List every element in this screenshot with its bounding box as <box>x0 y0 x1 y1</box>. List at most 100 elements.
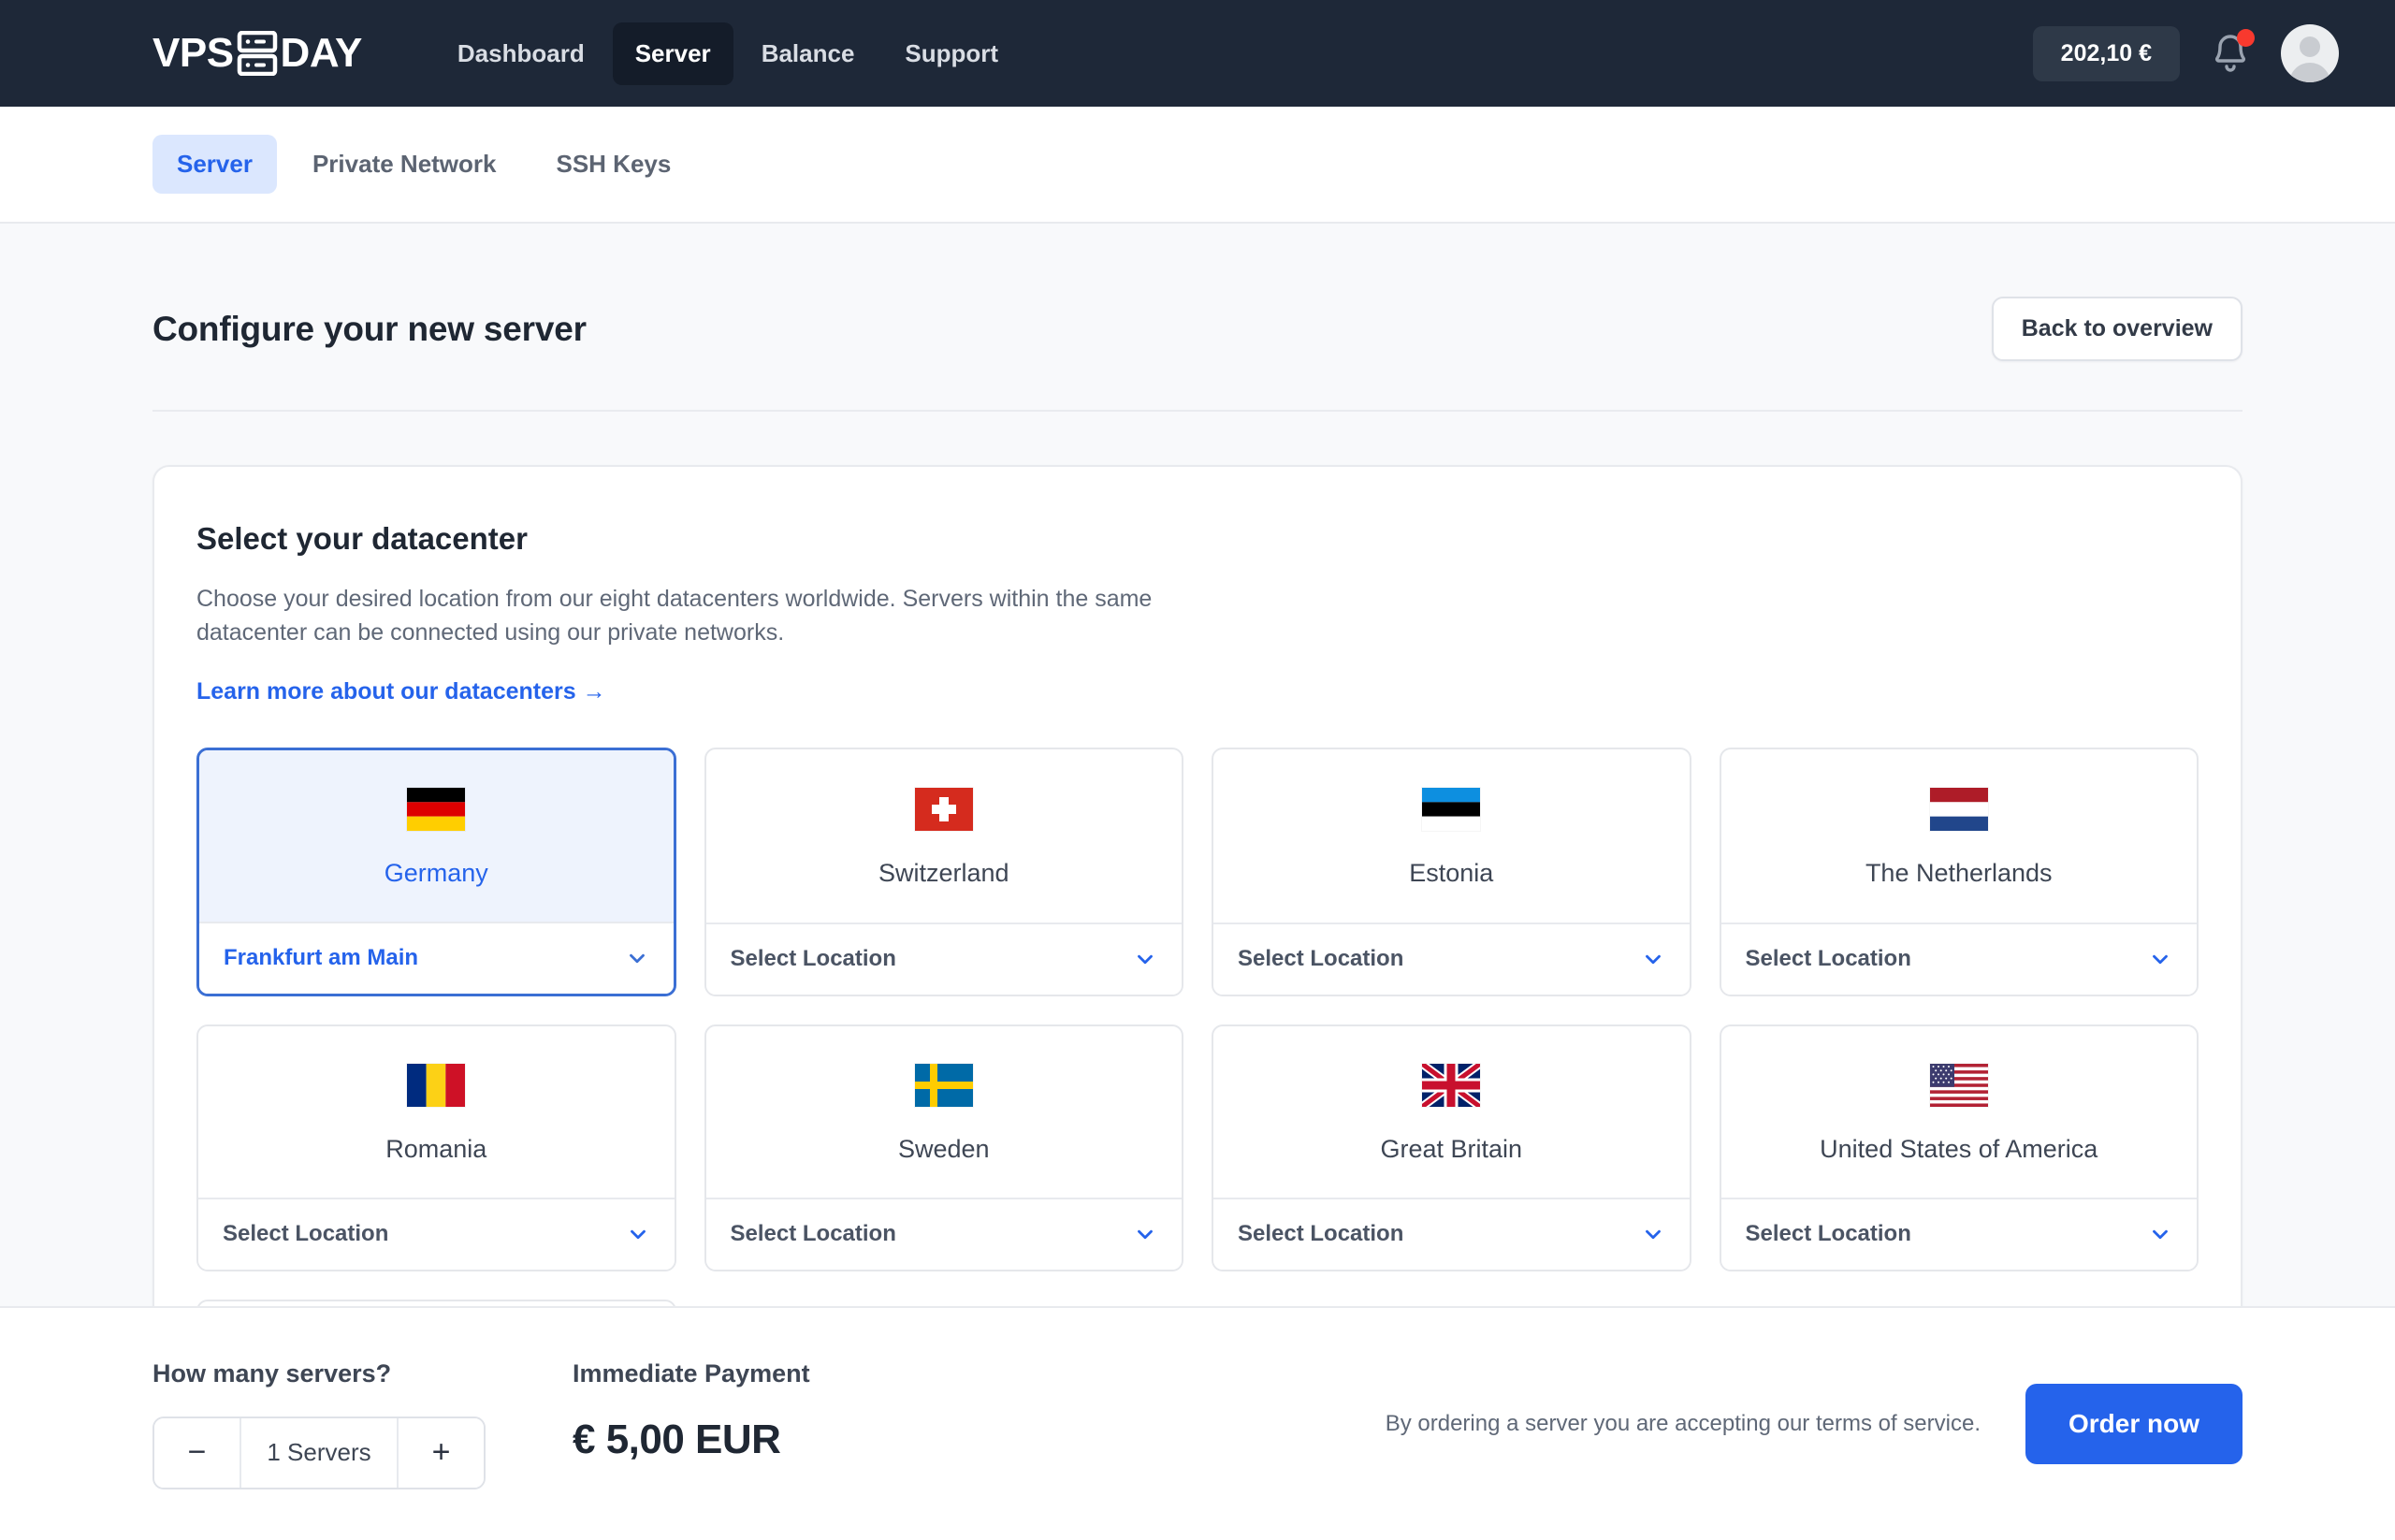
nav-item-server[interactable]: Server <box>612 22 733 85</box>
tab-ssh-keys[interactable]: SSH Keys <box>532 135 696 194</box>
decrement-servers-button[interactable]: − <box>154 1417 241 1488</box>
datacenter-location-value: Select Location <box>1238 946 1404 971</box>
datacenter-card-estonia[interactable]: Estonia Select Location <box>1212 747 1691 996</box>
flag-gb-icon <box>1422 1063 1481 1107</box>
datacenter-card-romania[interactable]: Romania Select Location <box>196 1024 676 1271</box>
datacenter-card-body: Germany <box>199 749 674 922</box>
flag-ro-icon <box>407 1063 466 1107</box>
section-tab-bar: Server Private Network SSH Keys <box>0 107 2395 224</box>
datacenter-location-select[interactable]: Select Location <box>1720 1197 2197 1270</box>
datacenter-location-select[interactable]: Select Location <box>1720 922 2197 995</box>
datacenter-card-body: Great Britain <box>1213 1026 1690 1198</box>
order-summary-bar: How many servers? − 1 Servers + Immediat… <box>0 1306 2395 1540</box>
back-to-overview-button[interactable]: Back to overview <box>1991 297 2243 361</box>
datacenter-location-value: Select Location <box>223 1221 389 1246</box>
chevron-down-icon <box>1645 1229 1661 1240</box>
chevron-down-icon <box>629 953 645 964</box>
quantity-stepper[interactable]: − 1 Servers + <box>152 1416 486 1489</box>
datacenter-country-name: Germany <box>384 858 488 887</box>
chevron-down-icon <box>1138 954 1153 965</box>
datacenter-card-body: The Netherlands <box>1721 749 2198 923</box>
datacenter-card-germany[interactable]: Germany Frankfurt am Main <box>196 747 676 996</box>
account-balance-button[interactable]: 202,10 € <box>2032 25 2180 81</box>
datacenter-location-select[interactable]: Select Location <box>705 922 1182 995</box>
datacenter-location-select[interactable]: Select Location <box>1213 922 1690 995</box>
payment-amount: € 5,00 EUR <box>573 1416 781 1462</box>
increment-servers-button[interactable]: + <box>397 1417 484 1488</box>
datacenter-card-sweden[interactable]: Sweden Select Location <box>704 1024 1183 1271</box>
datacenter-location-select[interactable]: Select Location <box>198 1197 675 1270</box>
order-now-button[interactable]: Order now <box>2025 1384 2243 1464</box>
chevron-down-icon <box>1138 1229 1153 1240</box>
datacenter-card-netherlands[interactable]: The Netherlands Select Location <box>1719 747 2199 996</box>
datacenter-location-value: Select Location <box>1238 1221 1404 1246</box>
page-header: Configure your new server Back to overvi… <box>152 224 2243 412</box>
avatar-body-shape <box>2289 63 2330 82</box>
flag-us-icon <box>1929 1063 1988 1107</box>
datacenter-location-select[interactable]: Select Location <box>705 1197 1182 1270</box>
avatar-head-shape <box>2300 36 2320 57</box>
logo-text-left: VPS <box>152 30 234 76</box>
datacenter-section-description: Choose your desired location from our ei… <box>196 586 1153 647</box>
terms-of-service-note: By ordering a server you are accepting o… <box>1385 1411 1981 1436</box>
server-quantity-value: 1 Servers <box>267 1438 371 1466</box>
learn-more-datacenters-link[interactable]: Learn more about our datacenters → <box>196 678 606 705</box>
user-avatar-button[interactable] <box>2281 24 2339 82</box>
brand-logo[interactable]: VPS DAY <box>152 31 362 76</box>
datacenter-country-name: United States of America <box>1820 1134 2098 1163</box>
datacenter-card-body: Sweden <box>706 1026 1183 1198</box>
header-actions: 202,10 € <box>2032 0 2339 107</box>
datacenter-card-body: Switzerland <box>706 749 1183 923</box>
datacenter-card-body: United States of America <box>1721 1026 2198 1198</box>
datacenter-country-name: Estonia <box>1409 858 1494 887</box>
datacenter-location-select[interactable]: Select Location <box>1213 1197 1690 1270</box>
chevron-down-icon <box>630 1229 646 1240</box>
datacenter-location-value: Select Location <box>730 1221 896 1246</box>
datacenter-location-value: Select Location <box>1745 946 1911 971</box>
nav-item-balance[interactable]: Balance <box>739 22 878 85</box>
server-quantity-label: How many servers? <box>152 1358 392 1387</box>
chevron-down-icon <box>2153 954 2168 965</box>
order-summary-left: How many servers? − 1 Servers + Immediat… <box>152 1359 810 1489</box>
datacenter-country-name: Romania <box>385 1134 487 1163</box>
flag-ch-icon <box>914 787 973 831</box>
datacenter-panel: Select your datacenter Choose your desir… <box>152 465 2243 1391</box>
datacenter-country-name: Switzerland <box>878 858 1009 887</box>
logo-text-right: DAY <box>280 30 363 76</box>
datacenter-country-name: The Netherlands <box>1865 858 2053 887</box>
datacenter-card-great-britain[interactable]: Great Britain Select Location <box>1212 1024 1691 1271</box>
server-quantity-group: How many servers? − 1 Servers + <box>152 1359 486 1489</box>
server-rack-icon <box>237 31 278 76</box>
page-title: Configure your new server <box>152 309 587 348</box>
datacenter-location-value: Select Location <box>730 946 896 971</box>
page-content: Configure your new server Back to overvi… <box>0 224 2395 1391</box>
tab-server[interactable]: Server <box>152 135 277 194</box>
payment-label: Immediate Payment <box>573 1358 810 1387</box>
main-nav: Dashboard Server Balance Support <box>435 22 1021 85</box>
datacenter-country-name: Great Britain <box>1380 1134 1523 1163</box>
tab-private-network[interactable]: Private Network <box>288 135 521 194</box>
datacenter-section-title: Select your datacenter <box>196 521 528 556</box>
datacenter-location-value: Frankfurt am Main <box>224 945 419 970</box>
chevron-down-icon <box>1645 954 1661 965</box>
nav-item-support[interactable]: Support <box>882 22 1021 85</box>
datacenter-grid: Germany Frankfurt am Main Switzerland Se… <box>196 747 2199 1389</box>
top-navigation-bar: VPS DAY Dashboard Server Balance Support… <box>0 0 2395 107</box>
notifications-button[interactable] <box>2208 29 2255 76</box>
chevron-down-icon <box>2153 1229 2168 1240</box>
datacenter-country-name: Sweden <box>897 1134 990 1163</box>
flag-de-icon <box>407 787 466 831</box>
notification-badge-dot <box>2237 29 2255 47</box>
nav-item-dashboard[interactable]: Dashboard <box>435 22 607 85</box>
flag-nl-icon <box>1929 787 1988 831</box>
order-summary-right: By ordering a server you are accepting o… <box>1386 1384 2243 1464</box>
datacenter-location-value: Select Location <box>1745 1221 1911 1246</box>
flag-se-icon <box>914 1063 973 1107</box>
datacenter-card-switzerland[interactable]: Switzerland Select Location <box>704 747 1183 996</box>
datacenter-location-select[interactable]: Frankfurt am Main <box>199 921 674 994</box>
datacenter-card-united-states[interactable]: United States of America Select Location <box>1719 1024 2199 1271</box>
flag-ee-icon <box>1422 787 1481 831</box>
datacenter-card-body: Romania <box>198 1026 675 1198</box>
datacenter-card-body: Estonia <box>1213 749 1690 923</box>
payment-group: Immediate Payment € 5,00 EUR <box>573 1359 810 1463</box>
